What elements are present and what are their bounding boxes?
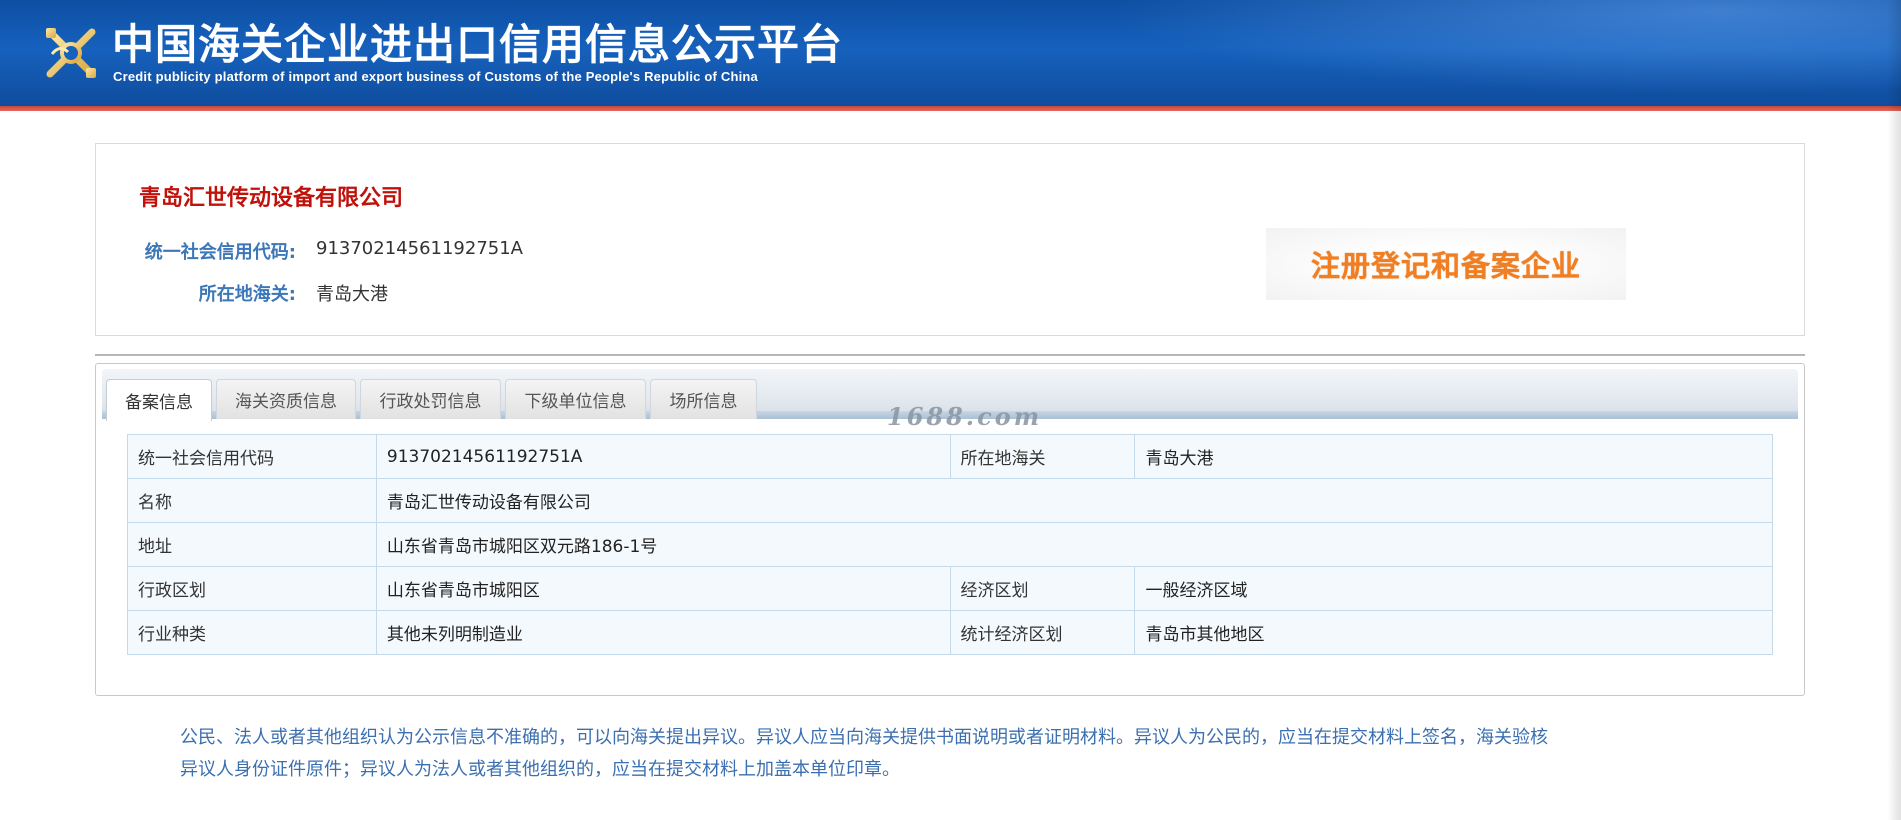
field-value: 山东省青岛市城阳区双元路186-1号 [375, 522, 1774, 567]
tab-customs-qualification[interactable]: 海关资质信息 [216, 379, 356, 419]
customs-value: 青岛大港 [316, 284, 388, 305]
field-label: 地址 [127, 522, 377, 567]
tab-bar: 备案信息 海关资质信息 行政处罚信息 下级单位信息 场所信息 1688.com [102, 369, 1798, 431]
tab-filing-info[interactable]: 备案信息 [106, 379, 212, 421]
field-label: 行业种类 [127, 610, 377, 655]
watermark: 1688.com [887, 402, 1043, 431]
field-label: 经济区划 [949, 566, 1136, 611]
company-summary-card: 青岛汇世传动设备有限公司 统一社会信用代码: 91370214561192751… [95, 143, 1805, 336]
header-red-stripe [0, 106, 1901, 111]
field-value: 91370214561192751A [375, 434, 951, 479]
header-glow [1001, 0, 1901, 108]
field-value: 一般经济区域 [1134, 566, 1773, 611]
registration-badge: 注册登记和备案企业 [1266, 228, 1626, 300]
table-row: 行业种类 其他未列明制造业 统计经济区划 青岛市其他地区 [127, 610, 1773, 655]
customs-label: 所在地海关: [198, 284, 296, 305]
site-header: 中国海关企业进出口信用信息公示平台 Credit publicity platf… [0, 0, 1901, 108]
field-label: 统计经济区划 [949, 610, 1136, 655]
field-label: 名称 [127, 478, 377, 523]
table-row: 行政区划 山东省青岛市城阳区 经济区划 一般经济区域 [127, 566, 1773, 611]
tab-premises-info[interactable]: 场所信息 [650, 379, 757, 419]
table-row: 名称 青岛汇世传动设备有限公司 [127, 478, 1774, 523]
section-divider [95, 354, 1805, 356]
table-row: 地址 山东省青岛市城阳区双元路186-1号 [127, 522, 1774, 567]
site-subtitle: Credit publicity platform of import and … [113, 69, 758, 84]
objection-notice: 公民、法人或者其他组织认为公示信息不准确的，可以向海关提出异议。异议人应当向海关… [180, 722, 1740, 786]
tab-subordinate-units[interactable]: 下级单位信息 [505, 379, 646, 419]
field-value: 山东省青岛市城阳区 [375, 566, 951, 611]
notice-line-2: 异议人身份证件原件；异议人为法人或者其他组织的，应当在提交材料上加盖本单位印章。 [180, 759, 900, 780]
credit-code-label: 统一社会信用代码: [144, 242, 296, 263]
credit-code-value: 91370214561192751A [316, 238, 523, 259]
field-value: 青岛汇世传动设备有限公司 [375, 478, 1774, 523]
field-label: 行政区划 [127, 566, 377, 611]
info-tab-panel: 备案信息 海关资质信息 行政处罚信息 下级单位信息 场所信息 1688.com … [95, 363, 1805, 696]
company-name: 青岛汇世传动设备有限公司 [139, 186, 404, 211]
notice-line-1: 公民、法人或者其他组织认为公示信息不准确的，可以向海关提出异议。异议人应当向海关… [180, 727, 1548, 748]
table-row: 统一社会信用代码 91370214561192751A 所在地海关 青岛大港 [127, 434, 1773, 479]
tab-administrative-penalty[interactable]: 行政处罚信息 [360, 379, 501, 419]
page-edge-shadow [1887, 0, 1901, 820]
field-label: 所在地海关 [949, 434, 1136, 479]
field-label: 统一社会信用代码 [127, 434, 377, 479]
site-title: 中国海关企业进出口信用信息公示平台 [112, 20, 844, 69]
field-value: 青岛大港 [1134, 434, 1773, 479]
field-value: 其他未列明制造业 [375, 610, 951, 655]
customs-emblem-icon [46, 28, 96, 78]
filing-info-table: 统一社会信用代码 91370214561192751A 所在地海关 青岛大港 名… [127, 434, 1774, 655]
registration-badge-text: 注册登记和备案企业 [1310, 249, 1581, 283]
field-value: 青岛市其他地区 [1134, 610, 1773, 655]
